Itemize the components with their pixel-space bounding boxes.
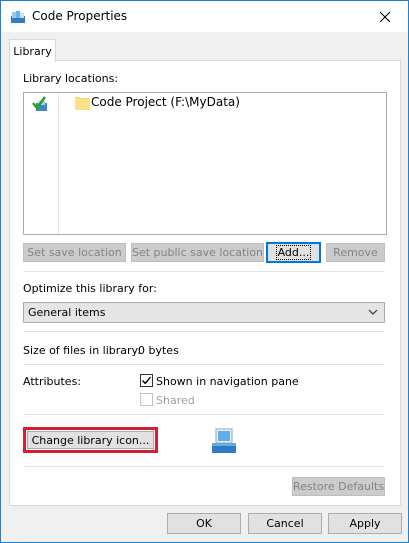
shared-label: Shared bbox=[156, 394, 195, 407]
close-icon bbox=[380, 11, 390, 22]
divider bbox=[23, 364, 385, 365]
change-library-icon-label: Change library icon... bbox=[31, 433, 150, 447]
list-column-divider bbox=[58, 93, 59, 234]
set-save-location-button[interactable]: Set save location bbox=[23, 243, 126, 262]
checkmark-icon bbox=[141, 376, 152, 385]
close-button[interactable] bbox=[362, 1, 408, 32]
divider bbox=[23, 331, 385, 332]
restore-defaults-label: Restore Defaults bbox=[292, 480, 385, 493]
apply-label: Apply bbox=[349, 517, 381, 530]
library-icon bbox=[11, 11, 25, 23]
add-button[interactable]: Add... bbox=[266, 242, 321, 263]
folder-icon bbox=[75, 97, 90, 110]
shown-in-navigation-pane-label: Shown in navigation pane bbox=[156, 375, 299, 388]
chevron-down-icon bbox=[368, 309, 378, 315]
optimize-label: Optimize this library for: bbox=[23, 282, 157, 295]
shared-checkbox[interactable] bbox=[140, 393, 153, 406]
add-label: Add... bbox=[275, 245, 312, 260]
title-bar[interactable]: Code Properties bbox=[1, 1, 408, 32]
ok-button[interactable]: OK bbox=[167, 513, 241, 534]
window-title: Code Properties bbox=[32, 9, 128, 23]
set-public-save-location-label: Set public save location bbox=[131, 246, 264, 259]
optimize-select[interactable]: General items bbox=[23, 302, 385, 323]
shown-in-navigation-pane-checkbox[interactable] bbox=[140, 374, 153, 387]
divider bbox=[23, 466, 385, 467]
library-locations-list[interactable]: Code Project (F:\MyData) bbox=[23, 92, 387, 235]
optimize-select-value: General items bbox=[28, 306, 106, 319]
tab-library[interactable]: Library bbox=[9, 39, 56, 62]
change-library-icon-button[interactable]: Change library icon... bbox=[27, 431, 154, 449]
size-value: 0 bytes bbox=[138, 344, 179, 357]
library-panel: Library locations: Code Project (F:\MyDa… bbox=[9, 60, 401, 506]
tab-label: Library bbox=[13, 44, 52, 58]
library-location-name: Code Project (F:\MyData) bbox=[91, 95, 240, 109]
apply-button[interactable]: Apply bbox=[328, 513, 402, 534]
attributes-label: Attributes: bbox=[23, 375, 82, 388]
default-save-location-icon bbox=[32, 96, 47, 111]
library-preview-icon bbox=[212, 428, 236, 453]
restore-defaults-button[interactable]: Restore Defaults bbox=[292, 477, 385, 496]
library-locations-label: Library locations: bbox=[23, 72, 119, 85]
size-label: Size of files in library: bbox=[23, 344, 141, 357]
set-save-location-label: Set save location bbox=[27, 246, 122, 259]
cancel-button[interactable]: Cancel bbox=[248, 513, 322, 534]
divider bbox=[23, 271, 385, 272]
remove-button[interactable]: Remove bbox=[326, 243, 385, 262]
cancel-label: Cancel bbox=[266, 517, 304, 530]
properties-dialog: Code Properties Library Library location… bbox=[0, 0, 409, 543]
set-public-save-location-button[interactable]: Set public save location bbox=[131, 243, 264, 262]
divider bbox=[23, 414, 385, 415]
ok-label: OK bbox=[196, 517, 212, 530]
remove-label: Remove bbox=[333, 246, 378, 259]
